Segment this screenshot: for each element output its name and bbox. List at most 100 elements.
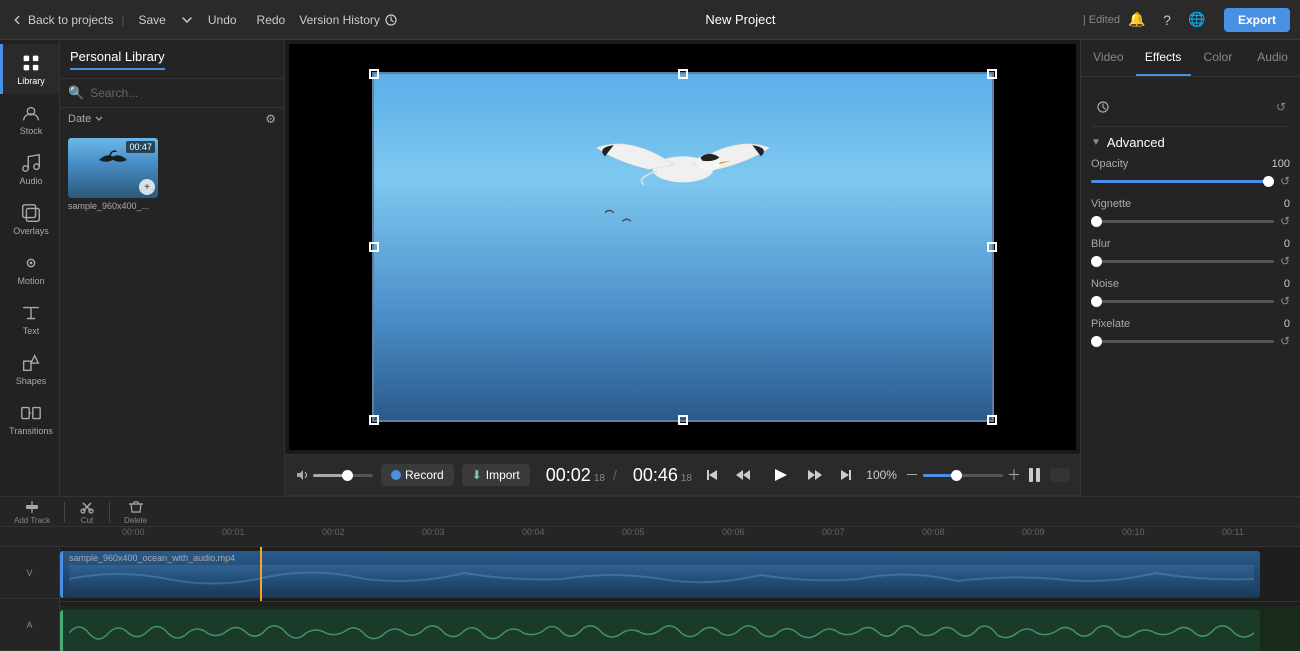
sidebar-transitions-label: Transitions: [9, 426, 53, 436]
media-grid: 00:47 + sample_960x400_...: [60, 130, 284, 496]
date-filter[interactable]: Date: [68, 113, 104, 125]
volume-slider[interactable]: [313, 474, 373, 477]
rewind-button[interactable]: [734, 466, 752, 484]
personal-library-tab[interactable]: Personal Library: [70, 49, 165, 70]
zoom-in-button[interactable]: ＋: [1007, 465, 1021, 485]
notifications-icon[interactable]: 🔔: [1128, 11, 1146, 29]
delete-icon: [128, 499, 144, 515]
save-button[interactable]: Save: [133, 11, 172, 29]
video-frame: [372, 72, 994, 422]
filter-icon[interactable]: ⚙: [265, 112, 276, 126]
play-button[interactable]: [764, 460, 794, 490]
topbar-icons: 🔔 ? 🌐: [1128, 11, 1206, 29]
timeline-toolbar: Add Track Cut Delete: [0, 497, 1300, 527]
pixelate-slider[interactable]: [1091, 340, 1274, 343]
handle-bottom-center[interactable]: [678, 415, 688, 425]
play-icon: [769, 465, 789, 485]
undo-button[interactable]: Undo: [202, 11, 243, 29]
pixelate-value: 0: [1284, 318, 1290, 330]
blur-reset-button[interactable]: ↺: [1280, 254, 1290, 268]
sidebar-item-stock[interactable]: Stock: [0, 94, 59, 144]
current-time: 00:02: [546, 465, 591, 486]
advanced-chevron-icon: ▼: [1091, 137, 1101, 148]
vignette-reset-button[interactable]: ↺: [1280, 214, 1290, 228]
handle-bottom-right[interactable]: [987, 415, 997, 425]
sidebar-item-overlays[interactable]: Overlays: [0, 194, 59, 244]
save-dropdown-icon[interactable]: [180, 13, 194, 27]
back-to-projects-button[interactable]: Back to projects: [10, 13, 113, 27]
handle-mid-left[interactable]: [369, 242, 379, 252]
right-panel-tabs: Video Effects Color Audio: [1081, 40, 1300, 77]
record-button[interactable]: Record: [381, 464, 454, 486]
total-time: 00:46: [633, 465, 678, 486]
sidebar-overlays-label: Overlays: [13, 226, 49, 236]
add-track-button[interactable]: Add Track: [8, 499, 56, 525]
skip-to-end-button[interactable]: [836, 466, 854, 484]
tab-color[interactable]: Color: [1191, 40, 1246, 76]
tab-video[interactable]: Video: [1081, 40, 1136, 76]
sidebar-item-text[interactable]: Text: [0, 294, 59, 344]
right-panel: Video Effects Color Audio ↺ ▼ Advanced: [1080, 40, 1300, 496]
opacity-reset-button[interactable]: ↺: [1280, 174, 1290, 188]
video-clip[interactable]: sample_960x400_ocean_with_audio.mp4: [60, 551, 1260, 598]
opacity-row: Opacity 100 ↺: [1091, 158, 1290, 188]
playhead[interactable]: [260, 547, 262, 601]
track-labels: V A: [0, 547, 60, 651]
vignette-value: 0: [1284, 198, 1290, 210]
tab-audio-panel[interactable]: Audio: [1245, 40, 1300, 76]
handle-mid-right[interactable]: [987, 242, 997, 252]
redo-button[interactable]: Redo: [251, 11, 292, 29]
sidebar-item-audio[interactable]: Audio: [0, 144, 59, 194]
fast-forward-button[interactable]: [806, 466, 824, 484]
ruler-mark-9: 00:09: [1022, 527, 1045, 537]
zoom-slider[interactable]: [923, 474, 1003, 477]
timeline-tracks: V A sample_960x400_ocean_with_audio.mp4: [0, 547, 1300, 651]
library-icon: [20, 52, 42, 74]
handle-top-right[interactable]: [987, 69, 997, 79]
handle-top-left[interactable]: [369, 69, 379, 79]
noise-slider[interactable]: [1091, 300, 1274, 303]
reset-top-button[interactable]: ↺: [1276, 100, 1286, 114]
project-title: New Project: [705, 12, 775, 27]
import-button[interactable]: ⬇ Import: [462, 464, 530, 486]
sidebar-item-motion[interactable]: Motion: [0, 244, 59, 294]
thumb-wrapper: 00:47 +: [68, 138, 158, 198]
export-button[interactable]: Export: [1224, 8, 1290, 32]
search-input[interactable]: [90, 86, 276, 100]
zoom-out-button[interactable]: －: [905, 465, 919, 485]
media-thumbnail[interactable]: 00:47 + sample_960x400_...: [68, 138, 276, 211]
pixelate-reset-button[interactable]: ↺: [1280, 334, 1290, 348]
blur-slider[interactable]: [1091, 260, 1274, 263]
skip-to-start-button[interactable]: [704, 466, 722, 484]
vignette-slider[interactable]: [1091, 220, 1274, 223]
audio-clip[interactable]: [60, 610, 1260, 651]
noise-reset-button[interactable]: ↺: [1280, 294, 1290, 308]
thumb-add-button[interactable]: +: [139, 179, 155, 195]
tab-effects[interactable]: Effects: [1136, 40, 1191, 76]
pixelate-row: Pixelate 0 ↺: [1091, 318, 1290, 348]
version-history-button[interactable]: Version History: [299, 13, 398, 27]
sidebar-item-transitions[interactable]: Transitions: [0, 394, 59, 444]
language-icon[interactable]: 🌐: [1188, 11, 1206, 29]
zoom-controls: － ＋: [905, 465, 1021, 485]
vignette-row: Vignette 0 ↺: [1091, 198, 1290, 228]
add-track-icon: [24, 499, 40, 515]
help-icon[interactable]: ?: [1158, 11, 1176, 29]
sidebar-item-library[interactable]: Library: [0, 44, 59, 94]
sidebar-item-shapes[interactable]: Shapes: [0, 344, 59, 394]
noise-value: 0: [1284, 278, 1290, 290]
delete-button[interactable]: Delete: [118, 499, 153, 525]
total-frames: 18: [681, 473, 692, 484]
opacity-slider[interactable]: [1091, 180, 1274, 183]
sidebar-library-label: Library: [17, 76, 45, 86]
pixelate-label: Pixelate: [1091, 318, 1130, 330]
cut-button[interactable]: Cut: [73, 499, 101, 525]
advanced-toggle[interactable]: ▼ Advanced: [1091, 135, 1290, 150]
thumb-duration: 00:47: [126, 141, 155, 153]
handle-top-center[interactable]: [678, 69, 688, 79]
reset-top-icon: [1095, 99, 1111, 115]
handle-bottom-left[interactable]: [369, 415, 379, 425]
playback-controls: [704, 460, 854, 490]
blur-label: Blur: [1091, 238, 1111, 250]
top-section: ↺: [1091, 87, 1290, 127]
